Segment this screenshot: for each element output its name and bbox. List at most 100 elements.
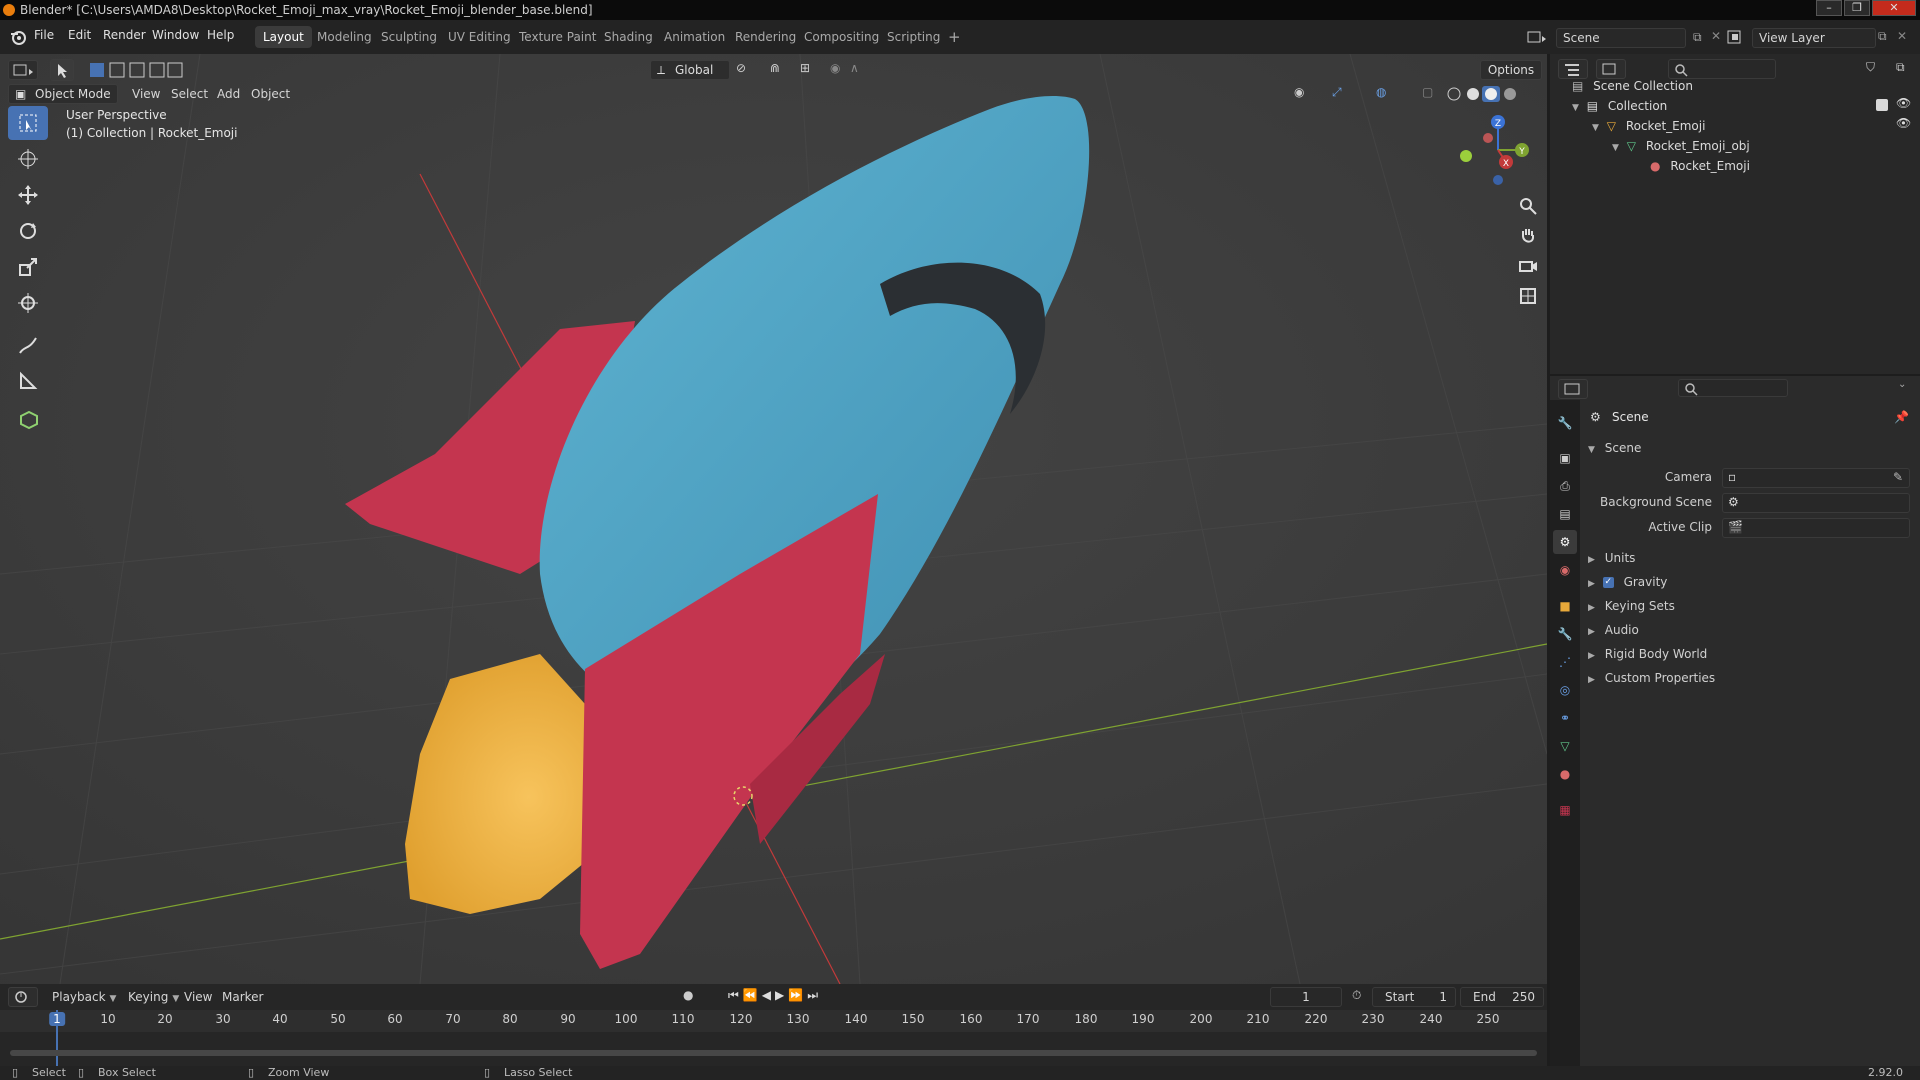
modifier-tab-icon[interactable]: 🔧 (1553, 622, 1577, 646)
falloff-icon[interactable]: ∧ (850, 61, 859, 75)
units-panel[interactable]: ▶ Units (1580, 546, 1920, 570)
menu-help[interactable]: Help (207, 28, 234, 42)
viewport-menu-select[interactable]: Select (171, 87, 208, 101)
timeline-menu-view[interactable]: View (184, 990, 212, 1004)
selection-mode-group[interactable] (88, 60, 184, 80)
gravity-checkbox[interactable]: ✓ (1602, 577, 1614, 588)
camera-field[interactable]: ▫ ✎ (1722, 468, 1910, 488)
tab-rendering[interactable]: Rendering (727, 26, 804, 48)
minimize-button[interactable]: – (1816, 0, 1842, 16)
object-tab-icon[interactable]: ■ (1553, 594, 1577, 618)
tool-tab-icon[interactable]: 🔧 (1553, 411, 1577, 435)
scene-tab-icon[interactable]: ⚙ (1553, 530, 1577, 554)
rotate-tool[interactable] (8, 214, 48, 248)
snap-target-icon[interactable]: ⊞ (800, 61, 810, 75)
menu-window[interactable]: Window (152, 28, 199, 42)
outliner-row-material[interactable]: ● Rocket_Emoji (1650, 156, 1750, 176)
select-box-tool[interactable] (8, 106, 48, 140)
object-eye-icon[interactable]: 👁 (1896, 116, 1911, 130)
move-tool[interactable] (8, 178, 48, 212)
audio-panel[interactable]: ▶ Audio (1580, 618, 1920, 642)
tab-animation[interactable]: Animation (656, 26, 733, 48)
annotate-tool[interactable] (8, 328, 48, 362)
current-frame-field[interactable]: 1 (1270, 987, 1342, 1007)
tab-scripting[interactable]: Scripting (879, 26, 948, 48)
select-mode-icon[interactable] (50, 59, 74, 81)
scene-selector[interactable]: Scene (1556, 28, 1686, 48)
jump-start-icon[interactable]: ⏮ (728, 988, 743, 1002)
view-layer-tab-icon[interactable]: ▤ (1553, 502, 1577, 526)
play-icon[interactable]: ▶ (775, 988, 788, 1002)
end-frame-field[interactable]: End 250 (1460, 987, 1544, 1007)
pan-hand-icon[interactable] (1513, 222, 1543, 250)
filter-icon[interactable]: ⛉ (1866, 60, 1875, 75)
measure-tool[interactable] (8, 364, 48, 398)
timeline-menu-marker[interactable]: Marker (222, 990, 263, 1004)
tab-layout[interactable]: Layout (255, 26, 312, 48)
options-dropdown[interactable]: Options (1480, 60, 1542, 80)
expand-object-icon[interactable]: ▼ (1592, 123, 1599, 133)
shading-mode-group[interactable] (1446, 84, 1526, 104)
prev-keyframe-icon[interactable]: ⏪ (743, 988, 762, 1002)
viewport-canvas[interactable] (0, 54, 1547, 984)
particles-tab-icon[interactable]: ⋰ (1553, 650, 1577, 674)
constraints-tab-icon[interactable]: ⚭ (1553, 706, 1577, 730)
menu-edit[interactable]: Edit (68, 28, 91, 42)
zoom-icon[interactable] (1513, 192, 1543, 220)
world-tab-icon[interactable]: ◉ (1553, 558, 1577, 582)
transform-orientation-dropdown[interactable]: ⟂ Global (650, 60, 730, 80)
proportional-edit-icon[interactable]: ◉ (830, 61, 840, 75)
texture-tab-icon[interactable]: ▦ (1553, 798, 1577, 822)
cursor-tool[interactable] (8, 142, 48, 176)
data-tab-icon[interactable]: ▽ (1553, 734, 1577, 758)
tab-modeling[interactable]: Modeling (309, 26, 380, 48)
physics-tab-icon[interactable]: ◎ (1553, 678, 1577, 702)
start-frame-field[interactable]: Start 1 (1372, 987, 1456, 1007)
scene-panel-header[interactable]: ▼ Scene (1580, 436, 1920, 460)
add-workspace-button[interactable]: + (940, 26, 969, 48)
rigid-body-world-panel[interactable]: ▶ Rigid Body World (1580, 642, 1920, 666)
blender-menu-icon[interactable] (9, 28, 27, 46)
view-layer-icon[interactable] (1724, 28, 1752, 46)
keying-menu[interactable]: Keying ▼ (122, 984, 190, 1010)
camera-view-icon[interactable] (1513, 252, 1543, 280)
object-mode-dropdown[interactable]: ▣ Object Mode (8, 84, 118, 104)
new-scene-icon[interactable]: ⧉ (1693, 30, 1702, 45)
viewport-menu-add[interactable]: Add (217, 87, 240, 101)
active-clip-field[interactable]: 🎬 (1722, 518, 1910, 538)
outliner-row-collection[interactable]: ▼ ▤ Collection (1572, 96, 1667, 116)
custom-properties-panel[interactable]: ▶ Custom Properties (1580, 666, 1920, 690)
tab-uv-editing[interactable]: UV Editing (440, 26, 519, 48)
keying-sets-panel[interactable]: ▶ Keying Sets (1580, 594, 1920, 618)
tab-shading[interactable]: Shading (596, 26, 661, 48)
play-reverse-icon[interactable]: ◀ (762, 988, 775, 1002)
remove-scene-icon[interactable]: ✕ (1711, 29, 1721, 43)
playback-menu[interactable]: Playback ▼ (44, 984, 122, 1010)
timeline-scrollbar[interactable] (10, 1050, 1537, 1056)
gizmo-toggle-icon[interactable]: ⤢ (1332, 85, 1342, 100)
close-button[interactable]: ✕ (1872, 0, 1916, 16)
exclude-checkbox[interactable] (1876, 99, 1888, 111)
eyedropper-icon[interactable]: ✎ (1893, 470, 1903, 484)
scale-tool[interactable] (8, 250, 48, 284)
new-collection-icon[interactable]: ⧉ (1896, 60, 1905, 75)
tab-compositing[interactable]: Compositing (796, 26, 887, 48)
new-view-layer-icon[interactable]: ⧉ (1878, 29, 1887, 44)
material-tab-icon[interactable]: ● (1553, 762, 1577, 786)
outliner-row-scene-collection[interactable]: ▤ Scene Collection (1572, 76, 1693, 96)
overlay-toggle-icon[interactable]: ◍ (1376, 85, 1386, 99)
properties-search-input[interactable] (1678, 379, 1788, 397)
viewport-menu-view[interactable]: View (132, 87, 160, 101)
tab-sculpting[interactable]: Sculpting (373, 26, 445, 48)
transform-tool[interactable] (8, 286, 48, 320)
jump-end-icon[interactable]: ⏭ (807, 988, 822, 1002)
outliner-row-rocket-emoji[interactable]: ▼ ▽ Rocket_Emoji (1592, 116, 1705, 136)
pin-icon[interactable]: 📌 (1894, 410, 1909, 424)
maximize-button[interactable]: ❐ (1844, 0, 1870, 16)
3d-viewport[interactable]: Z Y X (0, 54, 1547, 984)
render-tab-icon[interactable]: ▣ (1553, 446, 1577, 470)
visibility-icon[interactable]: ◉ (1294, 85, 1304, 99)
next-keyframe-icon[interactable]: ⏩ (788, 988, 807, 1002)
collection-eye-icon[interactable]: 👁 (1896, 96, 1911, 110)
expand-mesh-icon[interactable]: ▼ (1612, 143, 1619, 153)
